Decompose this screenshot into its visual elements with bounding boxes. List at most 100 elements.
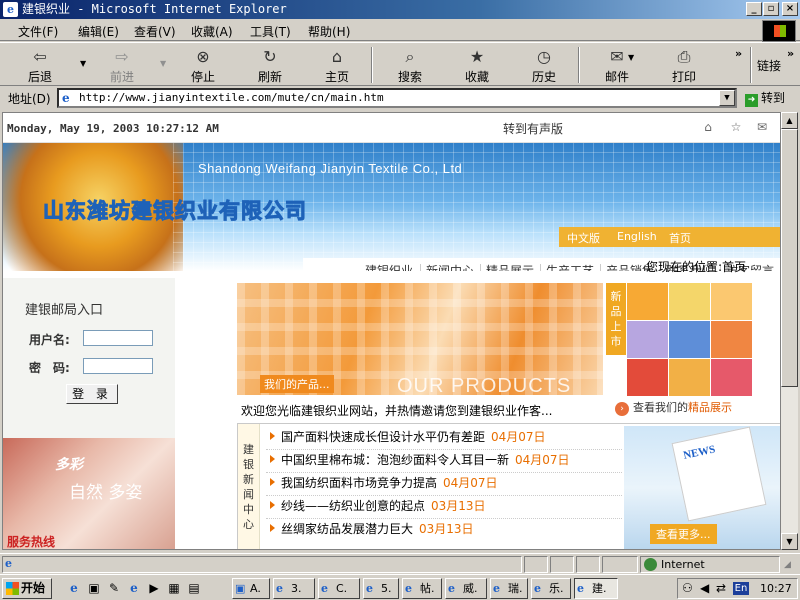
taskbar-task[interactable]: e 帖. xyxy=(402,578,442,599)
bullet-icon xyxy=(270,501,275,509)
address-input[interactable]: e http://www.jianyintextile.com/mute/cn/… xyxy=(57,88,737,108)
news-title[interactable]: 我国纺织面料市场竞争力提高 xyxy=(281,476,437,490)
address-dropdown-icon[interactable]: ▼ xyxy=(719,90,735,106)
nav-about[interactable]: 建银织业 xyxy=(365,262,413,271)
minimize-button[interactable]: _ xyxy=(746,2,762,16)
refresh-button[interactable]: ↻ 刷新 xyxy=(244,45,296,85)
menu-tools[interactable]: 工具(T) xyxy=(250,23,291,40)
search-button[interactable]: ⌕ 搜索 xyxy=(384,45,436,85)
news-title[interactable]: 纱线——纺织业创意的起点 xyxy=(281,499,425,513)
lang-english-tab[interactable]: English xyxy=(617,230,657,243)
links-button[interactable]: 链接 xyxy=(757,57,781,74)
taskbar-task-active[interactable]: e 建. xyxy=(574,578,618,599)
news-item[interactable]: 我国纺织面料市场竞争力提高 04月07日 xyxy=(266,474,622,496)
taskbar-task[interactable]: e 乐. xyxy=(531,578,571,599)
username-field[interactable] xyxy=(83,330,153,346)
new-products-tag[interactable]: 新品上市 xyxy=(606,283,626,355)
favorites-button[interactable]: ★ 收藏 xyxy=(451,45,503,85)
media-quicklaunch-icon[interactable]: ▶ xyxy=(146,580,162,596)
history-button[interactable]: ◷ 历史 xyxy=(518,45,570,85)
news-title[interactable]: 国产面料快速成长但设计水平仍有差距 xyxy=(281,430,485,444)
taskbar-task[interactable]: e 瑞. xyxy=(490,578,528,599)
outlook-quicklaunch-icon[interactable]: ✎ xyxy=(106,580,122,596)
forward-button[interactable]: ⇨ 前进 xyxy=(96,45,148,85)
maximize-button[interactable]: ▫ xyxy=(763,2,779,16)
password-field[interactable] xyxy=(83,358,153,374)
mosaic-tile xyxy=(669,321,710,358)
stop-button[interactable]: ⊗ 停止 xyxy=(177,45,229,85)
taskbar-task[interactable]: ▣ A. xyxy=(232,578,270,599)
mosaic-tile xyxy=(711,321,752,358)
forward-dropdown-icon[interactable]: ▼ xyxy=(160,59,166,68)
bookmark-small-icon[interactable]: ☆ xyxy=(728,119,744,135)
mail-dropdown-icon[interactable]: ▼ xyxy=(628,53,634,62)
scroll-thumb[interactable] xyxy=(781,129,798,387)
mosaic-tile xyxy=(627,321,668,358)
nav-news[interactable]: 新闻中心 xyxy=(426,262,474,271)
products-image[interactable]: 我们的产品... OUR PRODUCTS xyxy=(237,283,603,395)
login-button[interactable]: 登 录 xyxy=(66,384,118,404)
desktop-quicklaunch-icon[interactable]: ▣ xyxy=(86,580,102,596)
audio-version-link[interactable]: 转到有声版 xyxy=(503,120,563,137)
news-title[interactable]: 中国织里棉布城：泡泡纱面料令人耳目一新 xyxy=(281,453,509,467)
taskbar-task[interactable]: e C. xyxy=(318,578,360,599)
lang-chinese-tab[interactable]: 中文版 xyxy=(567,230,600,246)
mosaic-tile xyxy=(711,283,752,320)
volume-icon[interactable]: ◀ xyxy=(700,579,709,598)
close-button[interactable]: × xyxy=(782,2,798,16)
status-message: e xyxy=(2,556,522,573)
menu-edit[interactable]: 编辑(E) xyxy=(78,23,119,40)
showcase-link[interactable]: › 查看我们的精品展示 xyxy=(615,399,732,416)
menu-view[interactable]: 查看(V) xyxy=(134,23,176,40)
mail-button[interactable]: ✉ 邮件 xyxy=(591,45,643,85)
news-item[interactable]: 纱线——纺织业创意的起点 03月13日 xyxy=(266,497,622,519)
news-item[interactable]: 丝绸家纺品发展潜力巨大 03月13日 xyxy=(266,520,622,542)
mail-small-icon[interactable]: ✉ xyxy=(754,119,770,135)
menu-file[interactable]: 文件(F) xyxy=(18,23,58,40)
mosaic-tile xyxy=(711,359,752,396)
taskbar-task[interactable]: e 5. xyxy=(363,578,399,599)
news-item[interactable]: 中国织里棉布城：泡泡纱面料令人耳目一新 04月07日 xyxy=(266,451,622,473)
scroll-up-icon[interactable]: ▲ xyxy=(781,112,798,129)
status-panel xyxy=(576,556,600,573)
refresh-icon: ↻ xyxy=(263,47,277,66)
menu-help[interactable]: 帮助(H) xyxy=(308,23,350,40)
security-zone: Internet xyxy=(640,556,780,573)
mail-login-title: 建银邮局入口 xyxy=(25,303,104,318)
links-overflow-icon[interactable]: » xyxy=(787,47,794,60)
app-quicklaunch-icon[interactable]: ▦ xyxy=(166,580,182,596)
new-products-mosaic[interactable] xyxy=(627,283,752,396)
toolbar-overflow-icon[interactable]: » xyxy=(735,47,742,60)
start-button[interactable]: 开始 xyxy=(2,578,52,599)
vertical-scrollbar[interactable]: ▲ ▼ xyxy=(781,112,798,550)
go-button[interactable]: ➜ 转到 xyxy=(745,89,785,107)
network-icon[interactable]: ⚇ xyxy=(682,579,693,598)
home-small-icon[interactable]: ⌂ xyxy=(700,119,716,135)
taskbar-task[interactable]: e 3. xyxy=(273,578,315,599)
ie2-quicklaunch-icon[interactable]: e xyxy=(126,580,142,596)
title-bar[interactable]: e 建银织业 - Microsoft Internet Explorer _ ▫… xyxy=(0,0,800,19)
back-button[interactable]: ⇦ 后退 xyxy=(14,45,66,85)
ime-indicator[interactable]: En xyxy=(733,582,749,595)
home-button[interactable]: ⌂ 主页 xyxy=(311,45,363,85)
taskbar-task[interactable]: e 威. xyxy=(445,578,487,599)
nav-process[interactable]: 生产工艺 xyxy=(546,262,594,271)
bullet-icon xyxy=(270,455,275,463)
news-title[interactable]: 丝绸家纺品发展潜力巨大 xyxy=(281,522,413,536)
status-bar: e Internet ◢ xyxy=(0,553,800,574)
app2-quicklaunch-icon[interactable]: ▤ xyxy=(186,580,202,596)
showcase-link-label[interactable]: 精品展示 xyxy=(688,401,732,414)
lang-home-tab[interactable]: 首页 xyxy=(669,230,691,246)
back-dropdown-icon[interactable]: ▼ xyxy=(80,59,86,68)
clock[interactable]: 10:27 xyxy=(760,579,792,598)
news-item[interactable]: 国产面料快速成长但设计水平仍有差距 04月07日 xyxy=(266,428,622,450)
menu-favorites[interactable]: 收藏(A) xyxy=(191,23,233,40)
our-products-link[interactable]: 我们的产品... xyxy=(260,375,334,393)
ie-quicklaunch-icon[interactable]: e xyxy=(66,580,82,596)
print-button[interactable]: ⎙ 打印 xyxy=(658,45,710,85)
nav-showcase[interactable]: 精品展示 xyxy=(486,262,534,271)
sync-icon[interactable]: ⇄ xyxy=(716,579,726,598)
news-more-link[interactable]: 查看更多... xyxy=(650,524,717,544)
scroll-down-icon[interactable]: ▼ xyxy=(781,533,798,550)
resize-grip-icon[interactable]: ◢ xyxy=(784,560,791,570)
